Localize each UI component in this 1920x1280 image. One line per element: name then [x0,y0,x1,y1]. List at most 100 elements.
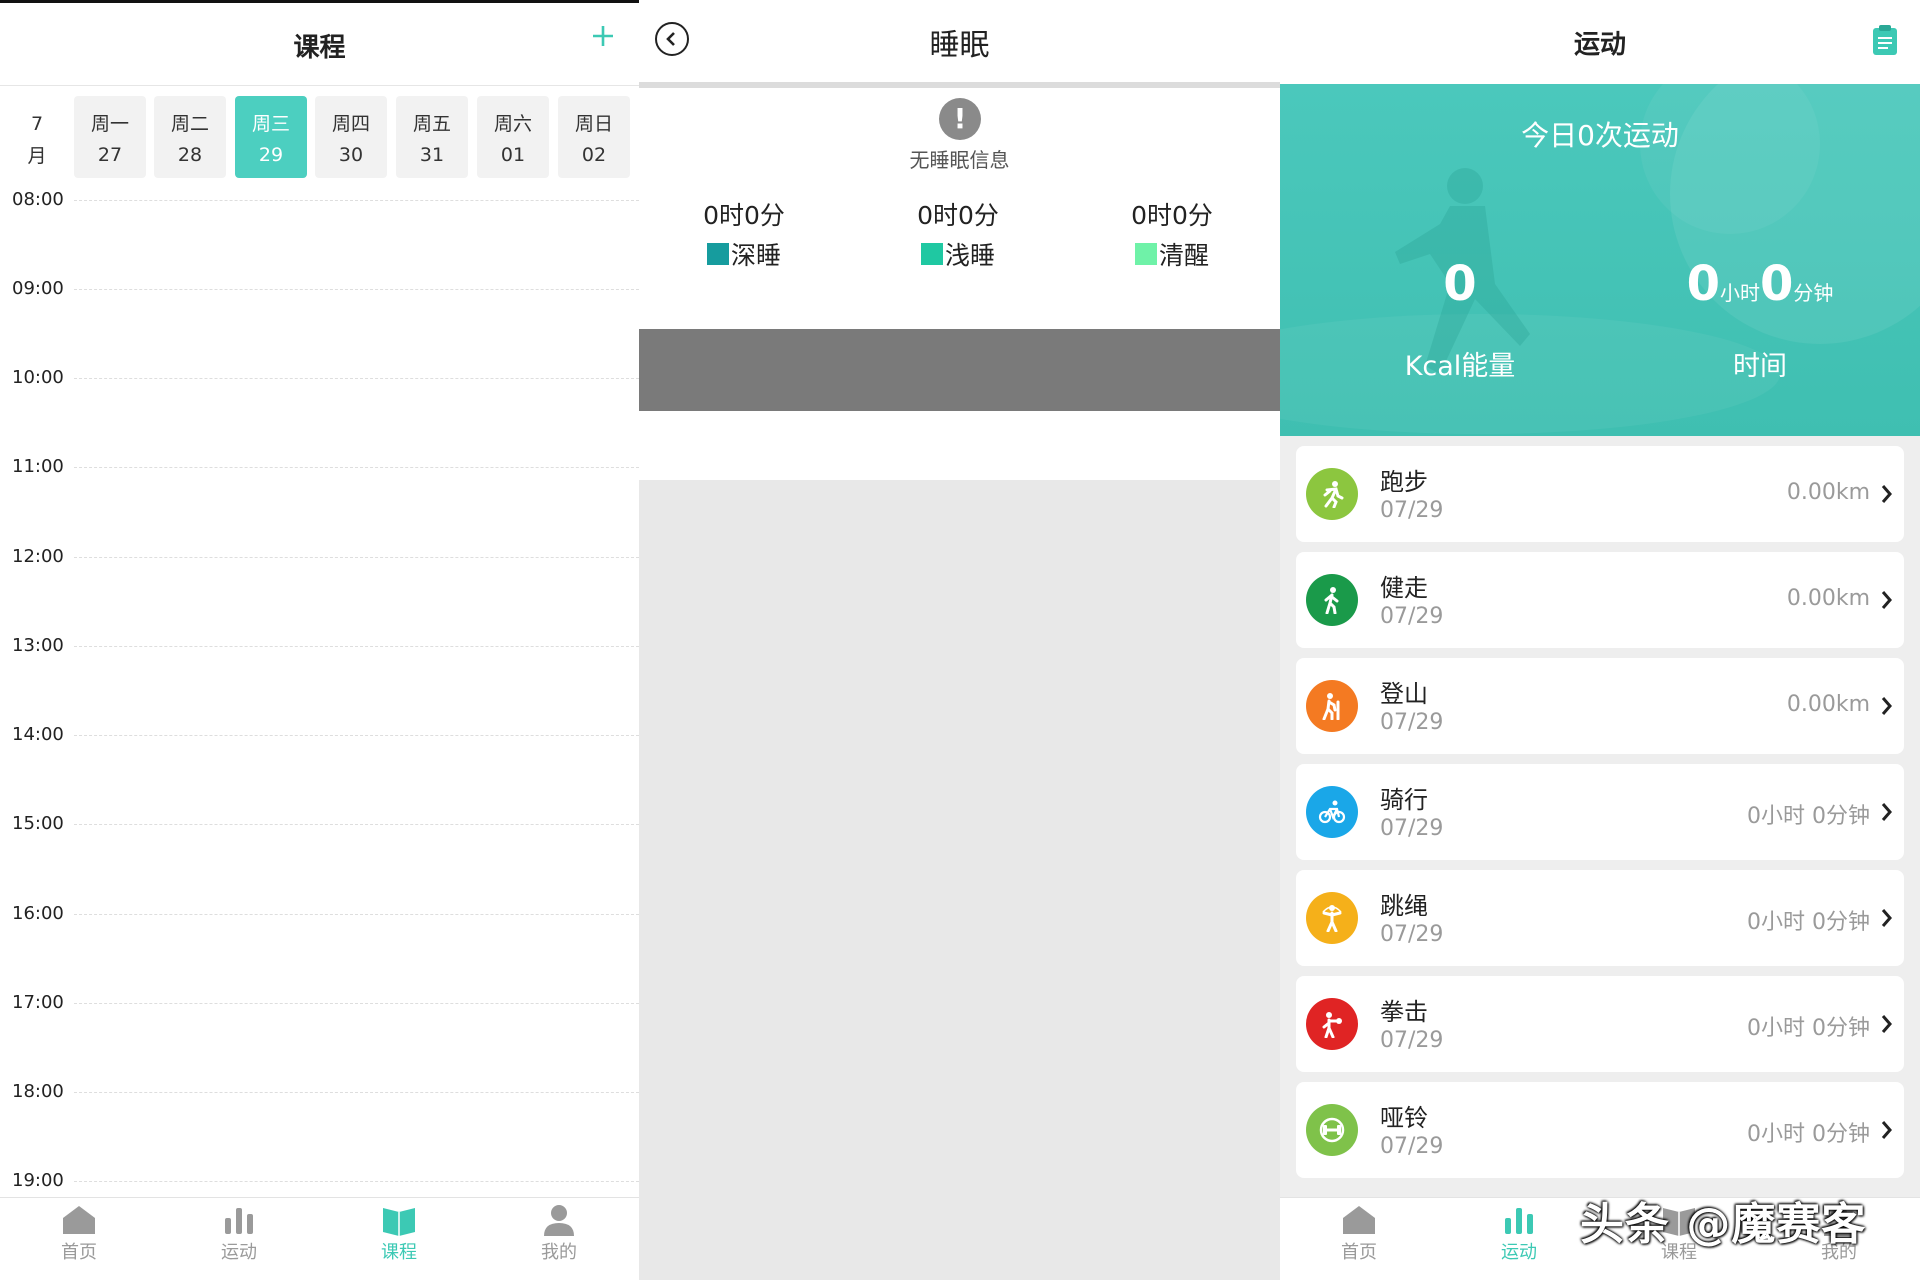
tab-label: 运动 [221,1242,257,1263]
time-divider [74,200,639,201]
time-row[interactable]: 09:00 [0,278,639,299]
time-row[interactable]: 11:00 [0,456,639,477]
chevron-right-icon [1881,1015,1892,1033]
time-label: 10:00 [12,367,64,388]
sport-date: 07/29 [1380,1028,1444,1053]
book-icon [383,1208,415,1236]
add-course-button[interactable] [591,19,615,55]
sleep-stage-deep: 0时0分 深睡 [684,196,804,272]
time-row[interactable]: 13:00 [0,635,639,656]
chevron-right-icon [1881,697,1892,715]
time-divider [74,824,639,825]
sport-name: 跑步 [1380,468,1428,496]
day-sun[interactable]: 周日 02 [558,96,630,178]
watermark: 头条 @魔赛客 [1580,1199,1867,1250]
time-divider [74,1181,639,1182]
time-row[interactable]: 12:00 [0,546,639,567]
sport-item-dumbbell[interactable]: 哑铃 07/29 0小时 0分钟 [1296,1082,1904,1178]
bar-chart-icon [225,1208,253,1234]
stage-duration: 0时0分 [1131,201,1213,230]
stage-label: 深睡 [730,241,781,270]
page-title: 睡眠 [929,28,990,63]
hiking-icon [1306,680,1358,732]
sport-date: 07/29 [1380,1134,1444,1159]
time-divider [74,289,639,290]
sport-date: 07/29 [1380,710,1444,735]
sport-item-hiking[interactable]: 登山 07/29 0.00km [1296,658,1904,754]
time-row[interactable]: 10:00 [0,367,639,388]
time-row[interactable]: 16:00 [0,903,639,924]
day-name: 周四 [331,113,370,135]
day-mon[interactable]: 周一 27 [74,96,146,178]
tab-label: 首页 [1341,1242,1377,1263]
sport-date: 07/29 [1380,816,1444,841]
tab-sport[interactable]: 运动 [1459,1204,1579,1264]
day-name: 周二 [170,113,209,135]
tab-sport[interactable]: 运动 [179,1204,299,1264]
day-sat[interactable]: 周六 01 [477,96,549,178]
sport-header: 运动 [1280,0,1920,84]
sport-value: 0.00km [1786,480,1870,505]
day-thu[interactable]: 周四 30 [315,96,387,178]
sport-item-cycling[interactable]: 骑行 07/29 0小时 0分钟 [1296,764,1904,860]
home-icon [63,1206,95,1234]
day-date: 27 [97,144,123,166]
day-fri[interactable]: 周五 31 [396,96,468,178]
bottom-tab-bar: 首页 运动 课程 我的 [0,1197,639,1280]
time-row[interactable]: 14:00 [0,724,639,745]
sport-value: 0.00km [1786,692,1870,717]
sport-value: 0小时 0分钟 [1747,1122,1870,1147]
time-label: 17:00 [12,992,64,1013]
sport-name: 拳击 [1380,998,1428,1026]
boxing-icon [1306,998,1358,1050]
time-divider [74,467,639,468]
sport-item-jump-rope[interactable]: 跳绳 07/29 0小时 0分钟 [1296,870,1904,966]
time-divider [74,1003,639,1004]
time-label: 13:00 [12,635,64,656]
sport-item-running[interactable]: 跑步 07/29 0.00km [1296,446,1904,542]
sport-name: 登山 [1380,680,1428,708]
tab-label: 首页 [61,1242,97,1263]
day-name: 周日 [574,113,613,135]
minutes-unit: 分钟 [1793,281,1834,305]
stage-label: 清醒 [1158,241,1209,270]
time-label: 16:00 [12,903,64,924]
record-button[interactable] [1872,24,1898,56]
tab-label: 课程 [381,1242,417,1263]
stage-label: 浅睡 [944,241,995,270]
stage-duration: 0时0分 [917,201,999,230]
sport-name: 健走 [1380,574,1428,602]
time-row[interactable]: 15:00 [0,813,639,834]
courses-header: 课程 [0,3,639,86]
sport-item-walking[interactable]: 健走 07/29 0.00km [1296,552,1904,648]
time-label: 08:00 [12,189,64,210]
time-row[interactable]: 17:00 [0,992,639,1013]
home-icon [1343,1206,1375,1234]
sport-name: 跳绳 [1380,892,1428,920]
time-row[interactable]: 08:00 [0,189,639,210]
tab-home[interactable]: 首页 [19,1204,139,1264]
day-tue[interactable]: 周二 28 [154,96,226,178]
today-sport-count: 今日0次运动 [1521,119,1679,152]
time-row[interactable]: 19:00 [0,1170,639,1191]
day-name: 周五 [412,113,451,135]
sport-item-boxing[interactable]: 拳击 07/29 0小时 0分钟 [1296,976,1904,1072]
time-divider [74,557,639,558]
dumbbell-icon [1306,1104,1358,1156]
sport-value: 0小时 0分钟 [1747,1016,1870,1041]
no-sleep-message: 无睡眠信息 [909,148,1010,172]
day-name: 周六 [493,113,532,135]
chevron-right-icon [1881,485,1892,503]
walking-icon [1306,574,1358,626]
day-wed-selected[interactable]: 周三 29 [235,96,307,178]
exclamation-icon: ! [939,98,981,140]
tab-me[interactable]: 我的 [499,1204,619,1264]
day-date: 30 [338,144,364,166]
day-name: 周三 [251,113,290,135]
time-label: 18:00 [12,1081,64,1102]
person-icon [544,1205,574,1236]
sport-value: 0小时 0分钟 [1747,804,1870,829]
tab-courses[interactable]: 课程 [339,1204,459,1264]
tab-home[interactable]: 首页 [1299,1204,1419,1264]
time-row[interactable]: 18:00 [0,1081,639,1102]
